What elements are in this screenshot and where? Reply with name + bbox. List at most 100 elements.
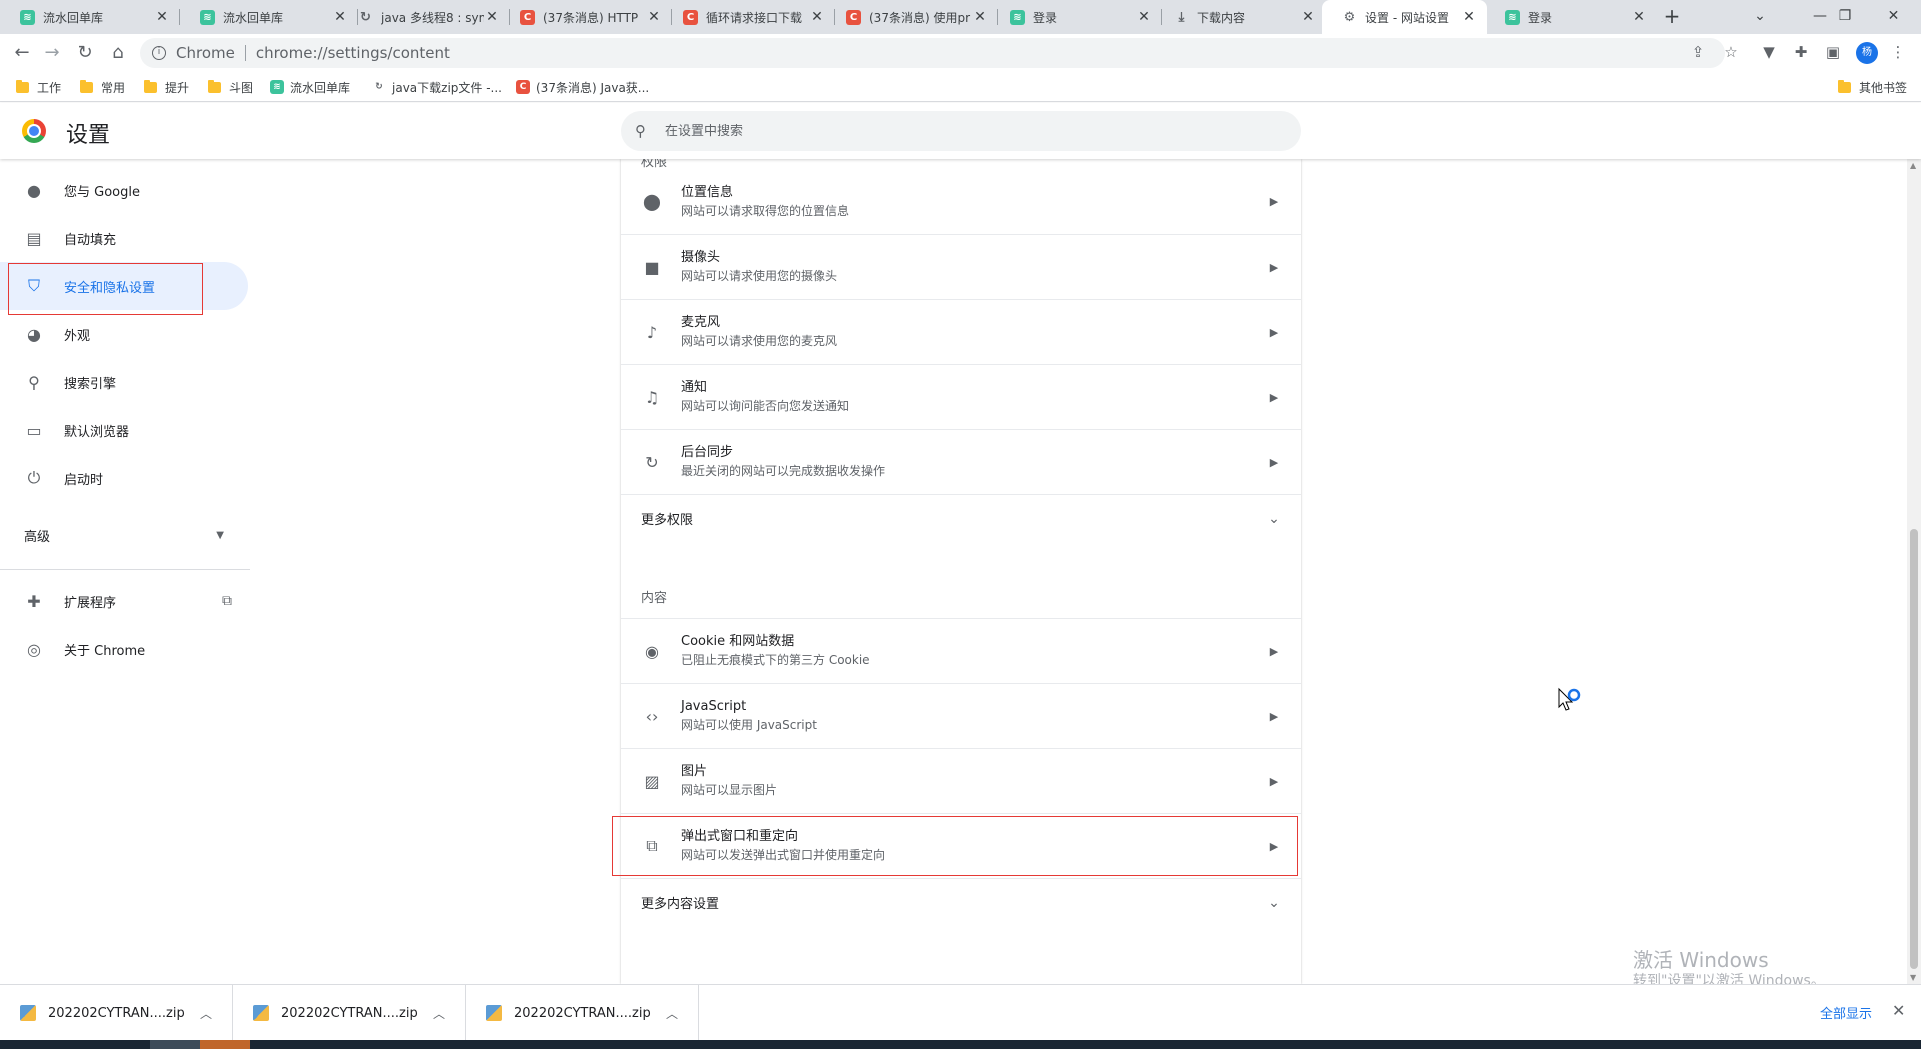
profile-avatar[interactable]: 杨 — [1856, 42, 1878, 64]
tab[interactable]: ⤓ 下载内容 ✕ — [1154, 0, 1326, 34]
tab-close-icon[interactable]: ✕ — [1461, 9, 1477, 25]
tab-active[interactable]: ⚙ 设置 - 网站设置 ✕ — [1322, 0, 1487, 34]
tab[interactable]: C (37条消息) 使用pr ✕ — [826, 0, 998, 34]
sidebar-item-label: 搜索引擎 — [64, 376, 117, 392]
download-item[interactable]: 202202CYTRAN....zip ︿ — [233, 985, 466, 1041]
restore-button[interactable]: ❐ — [1820, 0, 1870, 34]
bookmark-link[interactable]: ↻ java下载zip文件 -... — [372, 78, 502, 96]
bookmark-folder[interactable]: 常用 — [80, 78, 125, 96]
arrow-right-icon: ▶ — [1269, 260, 1279, 274]
permission-row-background-sync[interactable]: ↻ 后台同步 最近关闭的网站可以完成数据收发操作 ▶ — [621, 429, 1301, 494]
sidebar-item-autofill[interactable]: ▤ 自动填充 — [0, 214, 248, 262]
share-icon[interactable]: ⇪ — [1685, 39, 1711, 65]
more-permissions-toggle[interactable]: 更多权限 ⌄ — [621, 494, 1301, 542]
home-button[interactable]: ⌂ — [104, 39, 132, 67]
tab[interactable]: ≋ 流水回单库 ✕ — [180, 0, 358, 34]
taskbar-app-button[interactable] — [200, 1040, 250, 1049]
content-row-cookies[interactable]: ◉ Cookie 和网站数据 已阻止无痕模式下的第三方 Cookie ▶ — [621, 618, 1301, 683]
permission-row-notifications[interactable]: ♫ 通知 网站可以询问能否向您发送通知 ▶ — [621, 364, 1301, 429]
tab-title: 循环请求接口下载 — [706, 10, 803, 25]
content-row-javascript[interactable]: ‹› JavaScript 网站可以使用 JavaScript ▶ — [621, 683, 1301, 748]
tab-close-icon[interactable]: ✕ — [1300, 9, 1316, 25]
address-url[interactable]: chrome://settings/content — [256, 44, 450, 62]
download-filename: 202202CYTRAN....zip — [48, 1005, 185, 1021]
close-window-button[interactable]: ✕ — [1866, 0, 1921, 34]
settings-search[interactable]: ⚲ — [621, 111, 1301, 151]
tab-close-icon[interactable]: ✕ — [1631, 9, 1647, 25]
row-title: 通知 — [681, 380, 708, 395]
bookmark-link[interactable]: ≋ 流水回单库 — [270, 78, 350, 96]
sidebar-item-default-browser[interactable]: ▭ 默认浏览器 — [0, 406, 248, 454]
gear-icon: ⚙ — [1343, 9, 1356, 25]
row-subtitle: 网站可以请求使用您的麦克风 — [681, 334, 838, 348]
sidebar-item-appearance[interactable]: ◕ 外观 — [0, 310, 248, 358]
permission-row-microphone[interactable]: ♪ 麦克风 网站可以请求使用您的麦克风 ▶ — [621, 299, 1301, 364]
bookmark-link[interactable]: C (37条消息) Java获... — [516, 78, 649, 96]
permission-row-location[interactable]: ⬤ 位置信息 网站可以请求取得您的位置信息 ▶ — [621, 169, 1301, 234]
more-content-label: 更多内容设置 — [641, 897, 720, 912]
puzzle-icon: ✚ — [27, 591, 41, 611]
back-button[interactable]: ← — [8, 39, 36, 67]
reload-button[interactable]: ↻ — [71, 39, 99, 67]
bookmark-folder[interactable]: 工作 — [16, 78, 61, 96]
toolbar: ← → ↻ ⌂ i Chrome chrome://settings/conte… — [0, 34, 1921, 72]
site-favicon-icon: ≋ — [270, 80, 284, 94]
site-info-icon[interactable]: i — [152, 46, 166, 60]
taskbar-app-button[interactable] — [150, 1040, 200, 1049]
zip-file-icon — [20, 1005, 36, 1021]
bookmark-star-icon[interactable]: ☆ — [1718, 39, 1744, 65]
arrow-right-icon: ▶ — [1269, 325, 1279, 339]
close-icon[interactable]: ✕ — [1892, 1001, 1905, 1020]
scroll-down-icon[interactable]: ▼ — [1910, 973, 1916, 982]
sidebar-item-about-chrome[interactable]: ◎ 关于 Chrome — [0, 625, 248, 673]
sidebar-item-search-engine[interactable]: ⚲ 搜索引擎 — [0, 358, 248, 406]
show-all-downloads-link[interactable]: 全部显示 — [1820, 1003, 1872, 1022]
tab[interactable]: ↻ java 多线程8 : sym ✕ — [338, 0, 510, 34]
sidebar-advanced-toggle[interactable]: 高级 ▼ — [24, 515, 224, 555]
download-item[interactable]: 202202CYTRAN....zip ︿ — [466, 985, 699, 1041]
permission-row-camera[interactable]: ■ 摄像头 网站可以请求使用您的摄像头 ▶ — [621, 234, 1301, 299]
tab[interactable]: C (37条消息) HTTP ✕ — [500, 0, 672, 34]
tab-title: java 多线程8 : sym — [381, 10, 484, 25]
settings-search-input[interactable] — [665, 123, 1265, 139]
tab[interactable]: ≋ 流水回单库 ✕ — [0, 0, 180, 34]
extension-v-icon[interactable]: ▼ — [1756, 39, 1782, 65]
chevron-up-icon[interactable]: ︿ — [196, 1005, 216, 1022]
scrollbar-thumb[interactable] — [1910, 529, 1918, 969]
new-tab-button[interactable]: + — [1660, 5, 1684, 29]
address-bar[interactable]: i Chrome chrome://settings/content — [140, 38, 1725, 68]
chevron-up-icon[interactable]: ︿ — [662, 1005, 682, 1022]
sidebar-item-label: 扩展程序 — [64, 595, 117, 611]
forward-button[interactable]: → — [38, 39, 66, 67]
windows-taskbar — [0, 1040, 1921, 1049]
tab-close-icon[interactable]: ✕ — [154, 9, 170, 25]
clipboard-icon: ▤ — [26, 228, 42, 248]
sidebar-item-label: 外观 — [64, 328, 91, 344]
bookmark-folder[interactable]: 斗图 — [208, 78, 253, 96]
menu-kebab-icon[interactable]: ⋮ — [1885, 39, 1911, 65]
sidebar-item-extensions[interactable]: ✚ 扩展程序 ⧉ — [0, 577, 248, 625]
tab[interactable]: ≋ 登录 ✕ — [1485, 0, 1657, 34]
tab-close-icon[interactable]: ✕ — [809, 9, 825, 25]
more-content-settings-toggle[interactable]: 更多内容设置 ⌄ — [621, 878, 1301, 926]
tab-close-icon[interactable]: ✕ — [646, 9, 662, 25]
download-item[interactable]: 202202CYTRAN....zip ︿ — [0, 985, 233, 1041]
page-scrollbar[interactable]: ▲ ▼ — [1907, 159, 1921, 984]
tab[interactable]: ≋ 登录 ✕ — [990, 0, 1162, 34]
tab[interactable]: C 循环请求接口下载 ✕ — [663, 0, 835, 34]
other-bookmarks[interactable]: 其他书签 — [1838, 78, 1907, 96]
tab-search-chevron-icon[interactable]: ⌄ — [1730, 0, 1790, 34]
bookmark-folder[interactable]: 提升 — [144, 78, 189, 96]
side-panel-icon[interactable]: ▣ — [1820, 39, 1846, 65]
content-row-images[interactable]: ▨ 图片 网站可以显示图片 ▶ — [621, 748, 1301, 813]
tab-close-icon[interactable]: ✕ — [1136, 9, 1152, 25]
sidebar-item-on-startup[interactable]: ⏻ 启动时 — [0, 454, 248, 502]
extensions-puzzle-icon[interactable]: ✚ — [1788, 39, 1814, 65]
tab-close-icon[interactable]: ✕ — [484, 9, 500, 25]
chevron-up-icon[interactable]: ︿ — [429, 1005, 449, 1022]
scroll-up-icon[interactable]: ▲ — [1910, 161, 1916, 170]
row-title: 位置信息 — [681, 184, 734, 200]
tab-close-icon[interactable]: ✕ — [972, 9, 988, 25]
row-subtitle: 网站可以使用 JavaScript — [681, 718, 817, 732]
sidebar-item-you-and-google[interactable]: ● 您与 Google — [0, 166, 248, 214]
